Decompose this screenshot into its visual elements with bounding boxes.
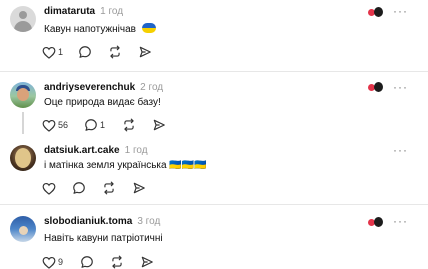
post-time: 2 год — [140, 82, 164, 93]
post-text: Навіть кавуни патріотичні — [44, 233, 163, 244]
more-options-button[interactable]: ··· — [393, 5, 408, 17]
liked-by-indicator[interactable] — [368, 217, 384, 227]
username[interactable]: datsiuk.art.cake 1 год — [44, 145, 148, 156]
more-options-button[interactable]: ··· — [393, 215, 408, 227]
post-dimataruta: dimataruta 1 год Кавун напотужнічав ··· 1 — [0, 0, 428, 70]
post-andriyseverenchuk: andriyseverenchuk 2 год Оце природа видає… — [0, 72, 428, 137]
like-button[interactable]: 1 — [42, 45, 63, 59]
avatar[interactable] — [10, 6, 36, 32]
send-icon — [153, 119, 165, 131]
liked-by-indicator[interactable] — [368, 7, 384, 17]
reaction-dot-dark — [374, 217, 383, 227]
heart-icon — [42, 46, 56, 59]
repost-icon — [112, 255, 122, 269]
post-time: 1 год — [100, 6, 124, 17]
like-button[interactable]: 9 — [42, 255, 63, 269]
like-button[interactable] — [42, 181, 56, 195]
send-icon — [139, 46, 151, 58]
post-time: 3 год — [137, 216, 161, 227]
username-text[interactable]: datsiuk.art.cake — [44, 145, 120, 156]
reply-button[interactable]: 1 — [84, 118, 105, 132]
comment-icon — [73, 182, 85, 194]
like-button[interactable]: 56 — [42, 118, 68, 132]
username-text[interactable]: andriyseverenchuk — [44, 82, 135, 93]
avatar-head-shape — [19, 11, 27, 19]
reply-button[interactable] — [80, 255, 94, 269]
avatar-face-shape — [17, 88, 29, 101]
avatar-face-shape — [19, 226, 28, 235]
repost-icon — [110, 45, 120, 59]
more-options-button[interactable]: ··· — [393, 144, 408, 156]
username[interactable]: dimataruta 1 год — [44, 6, 123, 17]
share-button[interactable] — [138, 45, 152, 59]
post-time: 1 год — [124, 145, 148, 156]
post-text: і матінка земля українська 🇺🇦🇺🇦🇺🇦 — [44, 160, 207, 171]
repost-button[interactable] — [108, 45, 122, 59]
repost-icon — [124, 118, 134, 132]
share-button[interactable] — [152, 118, 166, 132]
post-text: Оце природа видає базу! — [44, 97, 161, 108]
heart-icon — [42, 256, 56, 269]
avatar[interactable] — [10, 82, 36, 108]
avatar-hair-shape — [15, 148, 31, 168]
heart-icon — [42, 119, 56, 132]
avatar[interactable] — [10, 216, 36, 242]
ukraine-flag-icon — [141, 23, 156, 33]
username-text[interactable]: slobodianiuk.toma — [44, 216, 132, 227]
heart-icon — [42, 182, 56, 195]
reply-button[interactable] — [78, 45, 92, 59]
reaction-dot-dark — [374, 7, 383, 17]
repost-button[interactable] — [110, 255, 124, 269]
like-count: 56 — [58, 120, 69, 130]
comment-icon — [81, 256, 93, 268]
reply-button[interactable] — [72, 181, 86, 195]
username[interactable]: andriyseverenchuk 2 год — [44, 82, 163, 93]
comment-icon — [85, 119, 97, 131]
like-count: 9 — [58, 257, 64, 267]
liked-by-indicator[interactable] — [368, 82, 384, 92]
username[interactable]: slobodianiuk.toma 3 год — [44, 216, 160, 227]
more-options-button[interactable]: ··· — [393, 81, 408, 93]
reply-count: 1 — [100, 120, 106, 130]
comment-icon — [79, 46, 91, 58]
repost-button[interactable] — [102, 181, 116, 195]
send-icon — [141, 256, 153, 268]
post-datsiuk-art-cake: datsiuk.art.cake 1 год і матінка земля ук… — [0, 138, 428, 202]
post-text-content: Кавун напотужнічав — [44, 24, 136, 35]
reaction-dot-dark — [374, 82, 383, 92]
thread-line — [22, 112, 24, 134]
share-button[interactable] — [140, 255, 154, 269]
avatar[interactable] — [10, 145, 36, 171]
username-text[interactable]: dimataruta — [44, 6, 95, 17]
send-icon — [133, 182, 145, 194]
like-count: 1 — [58, 47, 64, 57]
share-button[interactable] — [132, 181, 146, 195]
post-slobodianiuk-toma: slobodianiuk.toma 3 год Навіть кавуни пат… — [0, 205, 428, 269]
repost-button[interactable] — [122, 118, 136, 132]
repost-icon — [104, 181, 114, 195]
avatar-body-shape — [14, 21, 32, 32]
post-text: Кавун напотужнічав — [44, 23, 156, 35]
